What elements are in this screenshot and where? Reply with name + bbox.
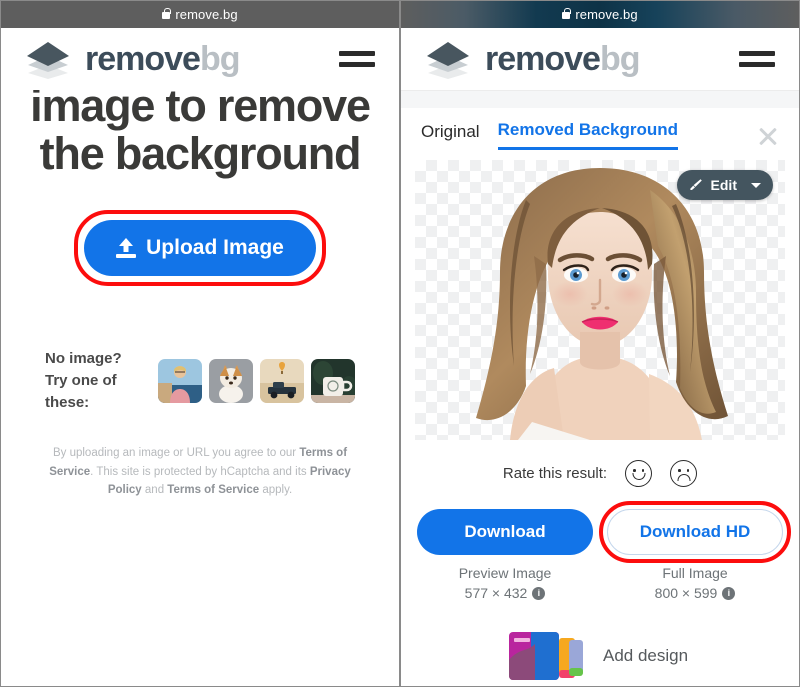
download-hd-button[interactable]: Download HD	[607, 509, 783, 555]
browser-url-bar-left[interactable]: remove.bg	[1, 1, 399, 28]
brand-part-2: bg	[199, 40, 241, 78]
hamburger-bar	[739, 62, 775, 67]
portrait-image	[476, 168, 728, 440]
add-design-row[interactable]: Add design	[401, 630, 799, 682]
right-screen: remove.bg removebg Original Removed Back…	[400, 0, 800, 687]
brand-part-1: remove	[85, 40, 201, 78]
sample-thumb-man-pink-shirt[interactable]	[158, 358, 202, 403]
upload-icon	[116, 238, 137, 259]
sample-thumb-corgi-dog[interactable]	[209, 358, 253, 403]
info-icon[interactable]: i	[722, 586, 736, 600]
hamburger-bar	[339, 51, 375, 56]
download-hd-caption: Full Image 800 × 599 i	[655, 563, 736, 604]
brand-wordmark: removebg	[485, 40, 641, 78]
screenshot-stage: remove.bg removebg image to remove the b…	[0, 0, 800, 687]
info-icon[interactable]: i	[532, 586, 546, 600]
upload-image-button[interactable]: Upload Image	[84, 220, 316, 277]
url-text: remove.bg	[175, 7, 238, 22]
page-headline: image to remove the background	[30, 80, 371, 180]
download-caption: Preview Image 577 × 432 i	[459, 563, 552, 604]
sample-label-line1: No image?	[45, 350, 122, 368]
brand-wordmark: removebg	[85, 40, 241, 78]
brand-part-2: bg	[599, 40, 641, 78]
terms-of-service-link-2[interactable]: Terms of Service	[167, 484, 259, 496]
download-caption-title: Preview Image	[458, 565, 552, 581]
sample-images-label: No image? Try one of these:	[45, 348, 144, 413]
result-tabs: Original Removed Background	[401, 108, 799, 150]
hamburger-bar	[739, 51, 775, 56]
frowny-face-icon[interactable]	[670, 460, 698, 487]
sample-images-row: No image? Try one of these:	[1, 348, 399, 413]
smiley-face-icon[interactable]	[625, 460, 653, 487]
sample-thumbnails	[158, 358, 355, 403]
download-dimensions-row: 577 × 432 i	[459, 583, 552, 603]
layers-logo-icon	[425, 39, 471, 79]
legal-disclaimer: By uploading an image or URL you agree t…	[1, 444, 399, 501]
brand-part-1: remove	[485, 40, 601, 78]
edit-button[interactable]: Edit	[676, 170, 773, 200]
rating-row: Rate this result:	[401, 460, 799, 487]
site-header-left: removebg	[1, 28, 399, 90]
download-preview-group: Download Preview Image 577 × 432 i	[417, 509, 593, 604]
download-hd-dimensions-row: 800 × 599 i	[655, 583, 736, 603]
left-screen: remove.bg removebg image to remove the b…	[0, 0, 400, 687]
sample-thumb-truck-balloon[interactable]	[260, 358, 304, 403]
logo[interactable]: removebg	[425, 39, 641, 79]
sample-label-line2: Try one of these:	[45, 372, 117, 411]
upload-button-label: Upload Image	[146, 236, 284, 260]
download-button[interactable]: Download	[417, 509, 593, 555]
brush-icon	[689, 178, 703, 192]
download-hd-group: Download HD Full Image 800 × 599 i	[599, 501, 791, 604]
hamburger-bar	[339, 62, 375, 67]
legal-text-2: . This site is protected by hCaptcha and…	[90, 465, 310, 478]
lock-icon	[562, 8, 571, 19]
add-design-label: Add design	[603, 645, 689, 665]
legal-text-1: By uploading an image or URL you agree t…	[52, 446, 300, 459]
edit-button-label: Edit	[710, 177, 737, 193]
download-row: Download Preview Image 577 × 432 i Downl…	[401, 501, 799, 604]
logo[interactable]: removebg	[25, 39, 241, 79]
right-main-content: Original Removed Background Edit Rate th…	[401, 108, 799, 686]
site-header-right: removebg	[401, 28, 799, 90]
download-dimensions: 577 × 432	[464, 585, 528, 602]
download-hd-dimensions: 800 × 599	[654, 585, 718, 602]
result-image-canvas: Edit	[415, 160, 785, 440]
lock-icon	[162, 8, 171, 19]
sample-thumb-coffee-mug[interactable]	[311, 358, 355, 403]
rating-label: Rate this result:	[502, 465, 608, 482]
chevron-down-icon[interactable]	[751, 182, 761, 188]
hamburger-menu-icon[interactable]	[339, 48, 375, 70]
layers-logo-icon	[25, 39, 71, 79]
design-card-thumb-icon	[509, 630, 589, 682]
upload-button-zone: Upload Image	[74, 210, 326, 287]
hamburger-menu-icon[interactable]	[739, 48, 775, 70]
download-hd-caption-title: Full Image	[662, 565, 728, 581]
url-text: remove.bg	[575, 7, 638, 22]
legal-text-4: apply.	[259, 484, 293, 497]
tab-original[interactable]: Original	[421, 122, 480, 149]
close-icon[interactable]	[757, 124, 779, 146]
header-divider	[401, 90, 799, 108]
left-main-content: image to remove the background Upload Im…	[1, 81, 399, 686]
tab-removed-background[interactable]: Removed Background	[497, 120, 679, 150]
browser-url-bar-right[interactable]: remove.bg	[401, 1, 799, 28]
legal-text-3: and	[141, 484, 168, 497]
